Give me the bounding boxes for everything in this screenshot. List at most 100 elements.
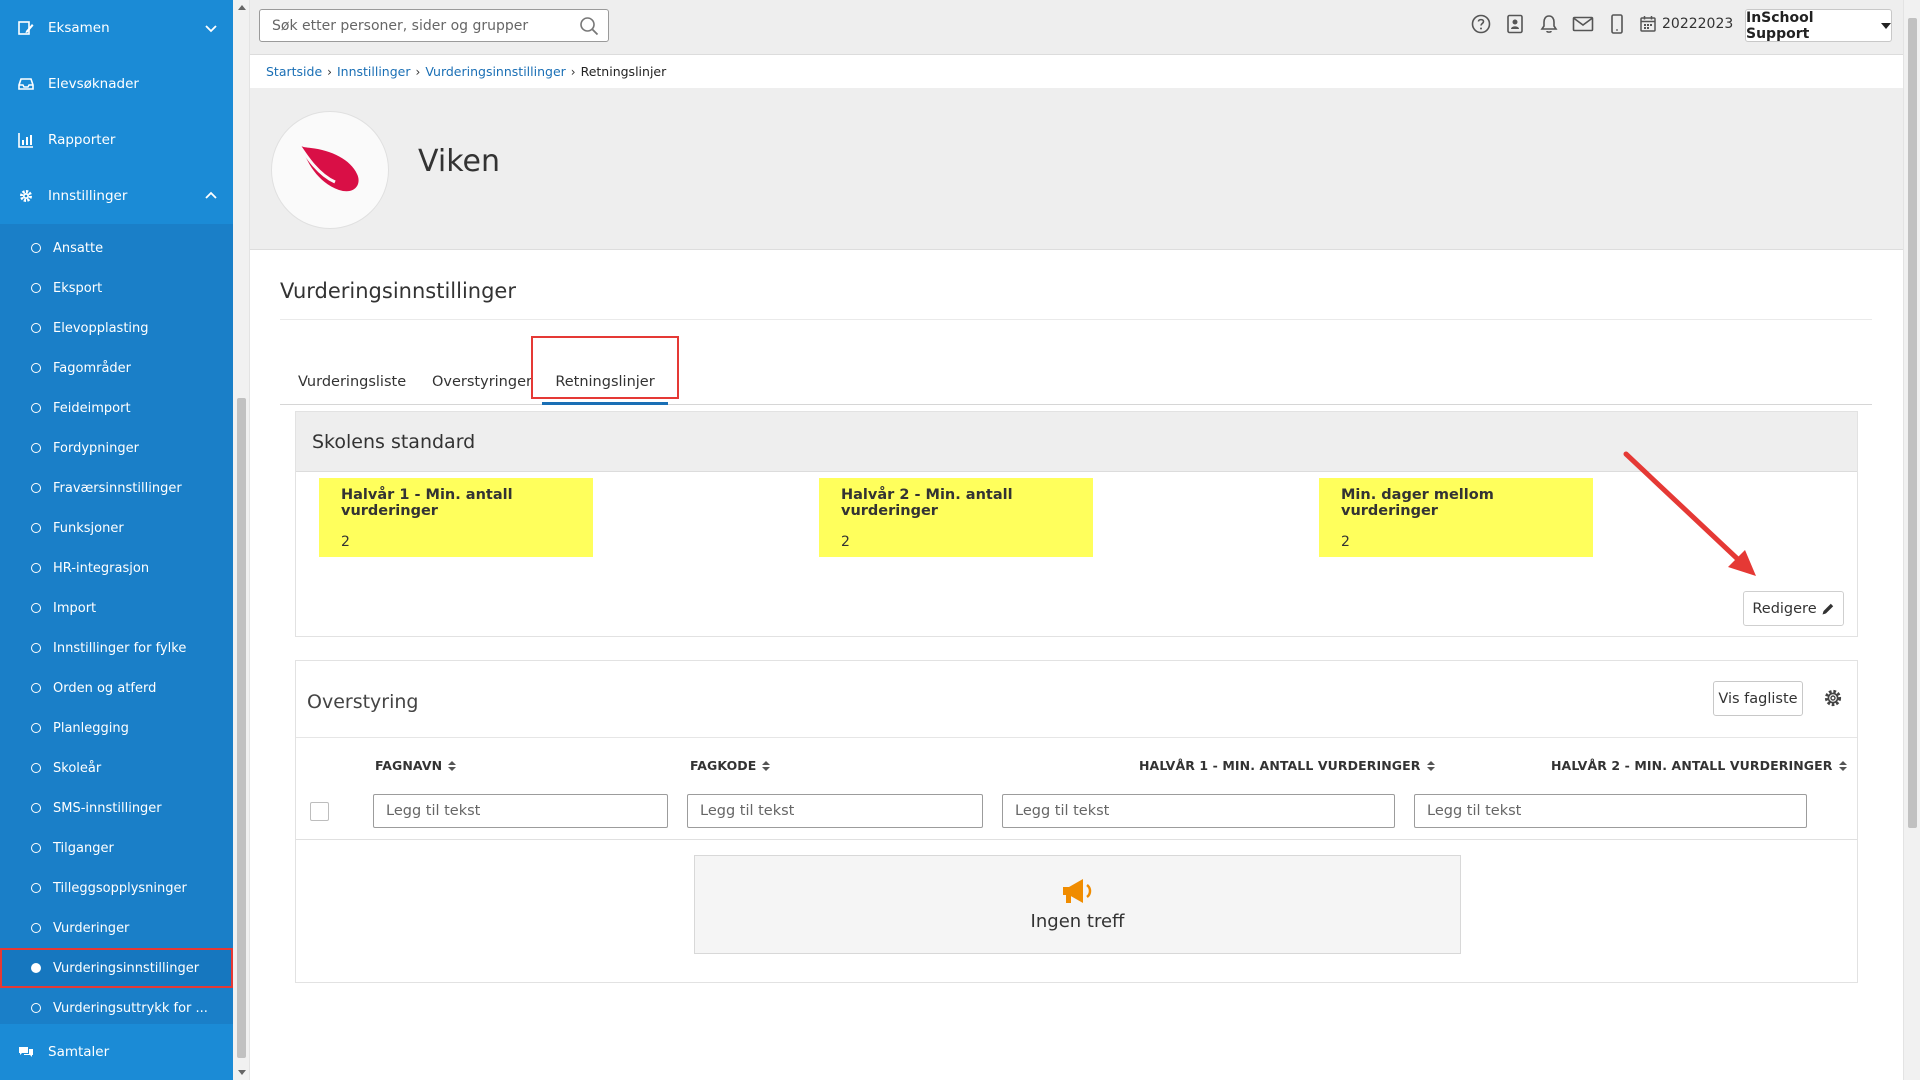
circle-icon bbox=[31, 483, 41, 493]
sidebar-item-samtaler[interactable]: Samtaler bbox=[0, 1024, 233, 1080]
mobile-icon[interactable] bbox=[1606, 13, 1628, 35]
breadcrumb-link-startside[interactable]: Startside bbox=[266, 64, 322, 79]
search-input[interactable] bbox=[260, 10, 570, 41]
halvar2-filter[interactable] bbox=[1414, 794, 1807, 828]
fagnavn-filter[interactable] bbox=[373, 794, 668, 828]
tab-overstyringer[interactable]: Overstyringer bbox=[432, 359, 532, 405]
breadcrumb-link-vurderingsinnstillinger[interactable]: Vurderingsinnstillinger bbox=[425, 64, 565, 79]
top-bar: 20222023 InSchool Support bbox=[250, 0, 1903, 55]
caret-down-icon bbox=[1881, 22, 1891, 29]
mail-icon[interactable] bbox=[1572, 13, 1594, 35]
breadcrumb-link-innstillinger[interactable]: Innstillinger bbox=[337, 64, 411, 79]
halvar1-filter[interactable] bbox=[1002, 794, 1395, 828]
breadcrumb: Startside › Innstillinger › Vurderingsin… bbox=[266, 64, 666, 79]
scrollbar-thumb[interactable] bbox=[237, 398, 246, 1058]
sidebar-item-label: Tilleggsopplysninger bbox=[53, 880, 187, 896]
chevron-down-icon[interactable] bbox=[203, 20, 219, 36]
fagkode-filter[interactable] bbox=[687, 794, 983, 828]
exam-icon bbox=[18, 20, 34, 36]
column-header-halvar2[interactable]: HALVÅR 2 - MIN. ANTALL VURDERINGER bbox=[1551, 758, 1847, 773]
sidebar-item-funksjoner[interactable]: Funksjoner bbox=[0, 508, 233, 548]
halvar1-filter-input[interactable] bbox=[1003, 795, 1394, 827]
divider bbox=[296, 737, 1857, 738]
circle-icon bbox=[31, 603, 41, 613]
sidebar-item-skolear[interactable]: Skoleår bbox=[0, 748, 233, 788]
tab-vurderingsliste[interactable]: Vurderingsliste bbox=[298, 359, 406, 405]
column-header-fagkode[interactable]: FAGKODE bbox=[690, 758, 771, 773]
organization-name: Viken bbox=[418, 144, 500, 179]
halvar2-filter-input[interactable] bbox=[1415, 795, 1806, 827]
breadcrumb-current: Retningslinjer bbox=[580, 64, 667, 79]
bell-icon[interactable] bbox=[1538, 13, 1560, 35]
fagkode-filter-input[interactable] bbox=[688, 795, 982, 827]
gear-icon bbox=[18, 188, 34, 204]
circle-icon bbox=[31, 403, 41, 413]
sidebar-item-fordypninger[interactable]: Fordypninger bbox=[0, 428, 233, 468]
empty-state-text: Ingen treff bbox=[1030, 911, 1125, 932]
sidebar-item-vurderingsuttrykk[interactable]: Vurderingsuttrykk for ... bbox=[0, 988, 233, 1028]
stat-halvar2-min: Halvår 2 - Min. antall vurderinger 2 bbox=[819, 478, 1093, 557]
show-subject-list-button[interactable]: Vis fagliste bbox=[1713, 681, 1803, 716]
inbox-icon bbox=[18, 76, 34, 92]
sidebar-item-tilganger[interactable]: Tilganger bbox=[0, 828, 233, 868]
sidebar-item-elevsoknader[interactable]: Elevsøknader bbox=[0, 56, 233, 112]
circle-icon bbox=[31, 643, 41, 653]
scrollbar-thumb[interactable] bbox=[1908, 18, 1917, 828]
sidebar-item-eksamen[interactable]: Eksamen bbox=[0, 0, 233, 56]
column-header-fagnavn[interactable]: FAGNAVN bbox=[375, 758, 457, 773]
chevron-up-icon[interactable] bbox=[203, 188, 219, 204]
school-year-selector[interactable]: 20222023 bbox=[1640, 15, 1733, 32]
sidebar-item-fagomrader[interactable]: Fagområder bbox=[0, 348, 233, 388]
sidebar-item-vurderingsinnstillinger[interactable]: Vurderingsinnstillinger bbox=[0, 948, 233, 988]
sidebar-item-elevopplasting[interactable]: Elevopplasting bbox=[0, 308, 233, 348]
sidebar-scrollbar[interactable] bbox=[233, 0, 250, 1080]
sidebar-item-innstillinger-for-fylke[interactable]: Innstillinger for fylke bbox=[0, 628, 233, 668]
user-menu-button[interactable]: InSchool Support bbox=[1745, 9, 1892, 42]
sidebar-item-feideimport[interactable]: Feideimport bbox=[0, 388, 233, 428]
sidebar-item-label: Innstillinger bbox=[48, 188, 128, 204]
sidebar-item-ansatte[interactable]: Ansatte bbox=[0, 228, 233, 268]
sidebar-item-planlegging[interactable]: Planlegging bbox=[0, 708, 233, 748]
sidebar-item-innstillinger[interactable]: Innstillinger bbox=[0, 168, 233, 224]
page-title: Vurderingsinnstillinger bbox=[280, 279, 516, 303]
gear-icon[interactable] bbox=[1823, 688, 1843, 708]
scroll-down-icon[interactable] bbox=[238, 1070, 246, 1075]
tab-label: Overstyringer bbox=[432, 374, 532, 390]
sidebar-item-label: Fordypninger bbox=[53, 440, 139, 456]
help-icon[interactable] bbox=[1470, 13, 1492, 35]
stat-label: Halvår 2 - Min. antall vurderinger bbox=[841, 487, 1013, 519]
search-icon[interactable] bbox=[579, 16, 599, 36]
fagnavn-filter-input[interactable] bbox=[374, 795, 667, 827]
column-header-halvar1[interactable]: HALVÅR 1 - MIN. ANTALL VURDERINGER bbox=[1139, 758, 1435, 773]
sidebar-item-eksport[interactable]: Eksport bbox=[0, 268, 233, 308]
sidebar-item-vurderinger[interactable]: Vurderinger bbox=[0, 908, 233, 948]
sidebar-item-tilleggsopplysninger[interactable]: Tilleggsopplysninger bbox=[0, 868, 233, 908]
search-box[interactable] bbox=[259, 9, 609, 42]
organization-header: Viken bbox=[250, 88, 1903, 250]
column-header-label: HALVÅR 1 - MIN. ANTALL VURDERINGER bbox=[1139, 758, 1421, 773]
sidebar-item-label: Eksamen bbox=[48, 20, 110, 36]
sidebar-item-rapporter[interactable]: Rapporter bbox=[0, 112, 233, 168]
sidebar-item-label: Eksport bbox=[53, 280, 103, 296]
stat-value: 2 bbox=[841, 534, 850, 550]
sidebar-item-label: Planlegging bbox=[53, 720, 129, 736]
page-scrollbar[interactable] bbox=[1903, 0, 1920, 1080]
circle-icon bbox=[31, 563, 41, 573]
empty-state: Ingen treff bbox=[694, 855, 1461, 954]
sidebar-item-label: Vurderingsuttrykk for ... bbox=[53, 1000, 208, 1016]
sidebar-item-fravaersinnstillinger[interactable]: Fraværsinnstillinger bbox=[0, 468, 233, 508]
edit-button[interactable]: Redigere bbox=[1743, 591, 1844, 626]
active-tab-indicator bbox=[542, 402, 668, 405]
sidebar-item-import[interactable]: Import bbox=[0, 588, 233, 628]
circle-icon bbox=[31, 363, 41, 373]
contacts-icon[interactable] bbox=[1504, 13, 1526, 35]
scroll-up-icon[interactable] bbox=[238, 5, 246, 10]
sidebar-item-label: Tilganger bbox=[53, 840, 114, 856]
sort-icon bbox=[762, 760, 771, 771]
sort-icon bbox=[448, 760, 457, 771]
circle-icon bbox=[31, 723, 41, 733]
sidebar-item-sms-innstillinger[interactable]: SMS-innstillinger bbox=[0, 788, 233, 828]
sidebar-item-orden-og-atferd[interactable]: Orden og atferd bbox=[0, 668, 233, 708]
sidebar-item-hr-integrasjon[interactable]: HR-integrasjon bbox=[0, 548, 233, 588]
select-all-checkbox[interactable] bbox=[310, 802, 329, 821]
